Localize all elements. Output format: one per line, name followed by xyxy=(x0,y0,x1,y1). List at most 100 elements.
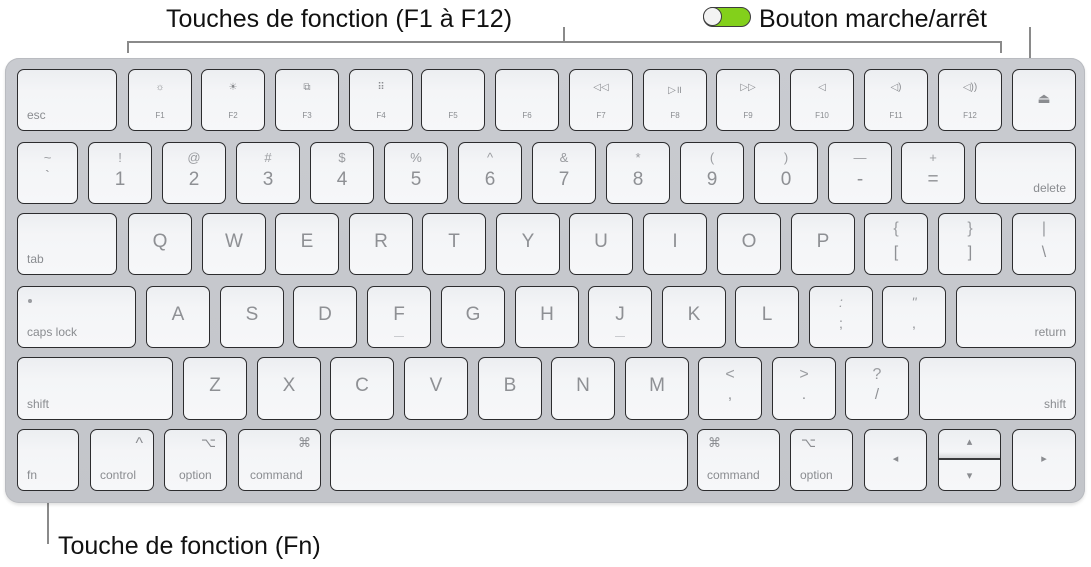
key-f9[interactable]: ▷▷ F9 xyxy=(716,69,780,131)
key-return[interactable]: return xyxy=(956,286,1076,348)
key-label: H xyxy=(540,304,554,325)
key-fn[interactable]: fn xyxy=(17,429,79,491)
key-letter[interactable]: C xyxy=(330,357,394,420)
key-f6[interactable]: F6 xyxy=(495,69,559,131)
key-letter[interactable]: K xyxy=(662,286,726,348)
key-label: tab xyxy=(27,252,44,266)
key-letter[interactable]: Q xyxy=(128,213,192,275)
key-number-10[interactable]: — - xyxy=(828,142,892,204)
key-label: fn xyxy=(27,468,38,482)
key-punctuation[interactable]: " , xyxy=(882,286,946,348)
key-letter[interactable]: I xyxy=(643,213,707,275)
key-letter[interactable]: L xyxy=(735,286,799,348)
key-letter[interactable]: T xyxy=(422,213,486,275)
key-letter[interactable]: M xyxy=(625,357,689,420)
key-label: N xyxy=(576,375,590,396)
key-f8[interactable]: ▷॥ F8 xyxy=(643,69,707,131)
key-f3[interactable]: ⧉ F3 xyxy=(275,69,339,131)
key-number-2[interactable]: # 3 xyxy=(236,142,300,204)
key-letter[interactable]: W xyxy=(202,213,266,275)
key-esc[interactable]: esc xyxy=(17,69,117,131)
key-f10[interactable]: ◁ F10 xyxy=(790,69,854,131)
key-letter[interactable]: J xyxy=(588,286,652,348)
key-punctuation[interactable]: < , xyxy=(698,357,762,420)
key-shift-left[interactable]: shift xyxy=(17,357,173,420)
key-eject[interactable]: ⏏ xyxy=(1012,69,1076,131)
key-letter[interactable]: E xyxy=(275,213,339,275)
key-f5[interactable]: F5 xyxy=(421,69,485,131)
key-bracket[interactable]: | \ xyxy=(1012,213,1076,275)
key-letter[interactable]: F xyxy=(367,286,431,348)
key-letter[interactable]: R xyxy=(349,213,413,275)
key-letter[interactable]: N xyxy=(551,357,615,420)
key-shift-label: " xyxy=(911,294,917,310)
key-label: F7 xyxy=(596,111,606,120)
key-number-11[interactable]: + = xyxy=(901,142,965,204)
key-f4[interactable]: ⠿ F4 xyxy=(349,69,413,131)
key-letter[interactable]: D xyxy=(293,286,357,348)
key-number-1[interactable]: @ 2 xyxy=(162,142,226,204)
key-letter[interactable]: G xyxy=(441,286,505,348)
key-f12[interactable]: ◁)) F12 xyxy=(938,69,1002,131)
key-label: L xyxy=(761,304,773,325)
key-arrow-right[interactable]: ▸ xyxy=(1012,429,1076,491)
key-number-8[interactable]: ( 9 xyxy=(680,142,744,204)
key-label: 4 xyxy=(336,169,348,190)
key-letter[interactable]: P xyxy=(791,213,855,275)
key-option-left[interactable]: ⌥ option xyxy=(164,429,227,491)
key-letter[interactable]: A xyxy=(146,286,210,348)
key-f7[interactable]: ◁◁ F7 xyxy=(569,69,633,131)
key-label: J xyxy=(615,304,625,325)
key-letter[interactable]: S xyxy=(220,286,284,348)
key-label: I xyxy=(672,231,678,252)
key-caps-lock[interactable]: caps lock xyxy=(17,286,136,348)
key-number-0[interactable]: ! 1 xyxy=(88,142,152,204)
key-letter[interactable]: O xyxy=(717,213,781,275)
key-letter[interactable]: B xyxy=(478,357,542,420)
key-tab[interactable]: tab xyxy=(17,213,117,275)
key-number-3[interactable]: $ 4 xyxy=(310,142,374,204)
key-label: F5 xyxy=(448,111,458,120)
key-letter[interactable]: X xyxy=(257,357,321,420)
key-number-9[interactable]: ) 0 xyxy=(754,142,818,204)
key-label: 0 xyxy=(780,169,792,190)
function-keys-leader-vertical xyxy=(563,27,565,42)
key-shift-right[interactable]: shift xyxy=(919,357,1076,420)
key-delete[interactable]: delete xyxy=(975,142,1076,204)
key-arrow-down[interactable]: ▾ xyxy=(939,460,1000,490)
key-label: F9 xyxy=(743,111,753,120)
key-letter[interactable]: U xyxy=(569,213,633,275)
key-command-right[interactable]: ⌘ command xyxy=(697,429,780,491)
arrow-left-icon: ◂ xyxy=(892,453,899,465)
key-label: , xyxy=(912,315,916,331)
key-letter[interactable]: H xyxy=(515,286,579,348)
key-control[interactable]: ^ control xyxy=(90,429,154,491)
key-label: R xyxy=(374,231,388,252)
key-label: K xyxy=(687,304,701,325)
key-number-6[interactable]: & 7 xyxy=(532,142,596,204)
key-label: E xyxy=(300,231,314,252)
key-command-left[interactable]: ⌘ command xyxy=(238,429,321,491)
key-space[interactable] xyxy=(330,429,688,491)
key-f11[interactable]: ◁) F11 xyxy=(864,69,928,131)
key-arrow-left[interactable]: ◂ xyxy=(864,429,927,491)
key-number-4[interactable]: % 5 xyxy=(384,142,448,204)
power-toggle-icon xyxy=(703,7,751,27)
key-punctuation[interactable]: : ; xyxy=(809,286,873,348)
key-punctuation[interactable]: > . xyxy=(772,357,836,420)
key-bracket[interactable]: { [ xyxy=(864,213,928,275)
key-backtick[interactable]: ~ ` xyxy=(17,142,78,204)
key-letter[interactable]: Z xyxy=(183,357,247,420)
key-letter[interactable]: Y xyxy=(496,213,560,275)
key-number-5[interactable]: ^ 6 xyxy=(458,142,522,204)
key-f1[interactable]: ☼ F1 xyxy=(128,69,192,131)
key-punctuation[interactable]: ? / xyxy=(845,357,909,420)
key-option-right[interactable]: ⌥ option xyxy=(790,429,853,491)
key-f2[interactable]: ☀ F2 xyxy=(201,69,265,131)
option-icon: ⌥ xyxy=(201,435,216,450)
key-letter[interactable]: V xyxy=(404,357,468,420)
key-label: shift xyxy=(27,397,50,411)
key-number-7[interactable]: * 8 xyxy=(606,142,670,204)
power-button-leader xyxy=(1029,27,1031,58)
key-bracket[interactable]: } ] xyxy=(938,213,1002,275)
